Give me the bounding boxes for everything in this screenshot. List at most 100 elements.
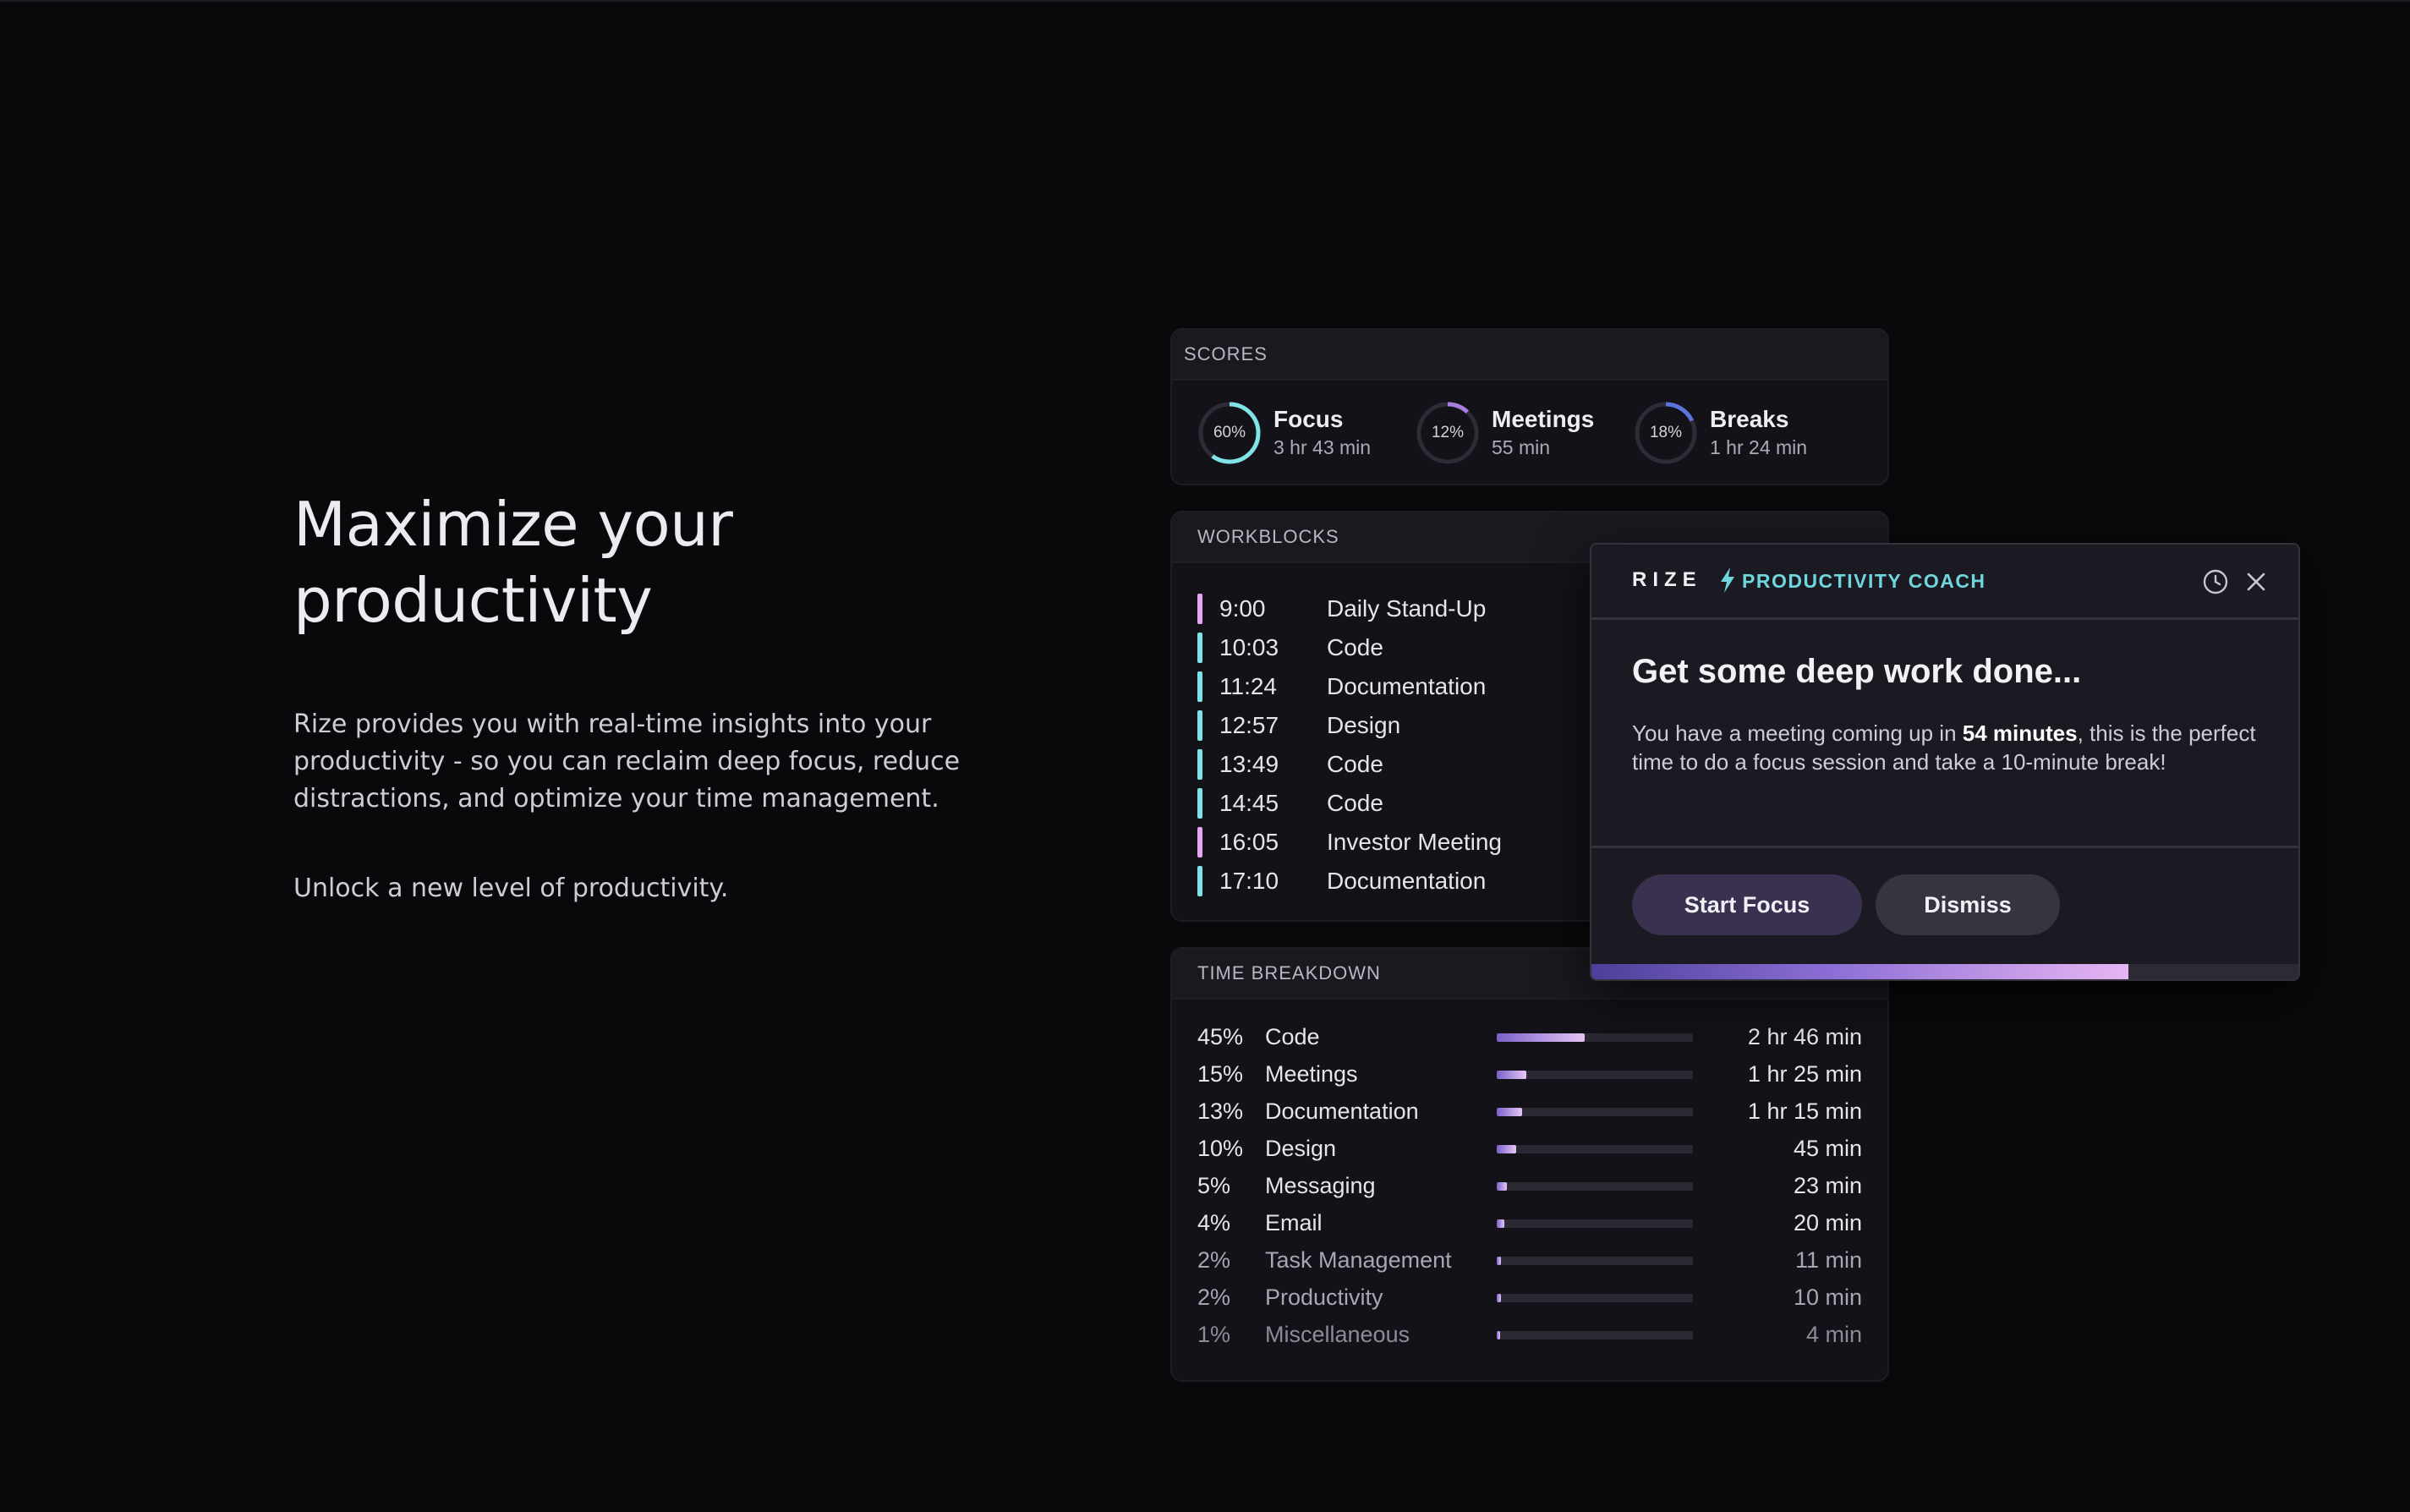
time-breakdown-card: TIME BREAKDOWN 45% Code 2 hr 46 min 15% Meet… [1170, 947, 1889, 1382]
score-percent: 12% [1431, 424, 1465, 441]
workblock-color-bar [1197, 827, 1202, 857]
workblock-color-bar [1197, 633, 1202, 663]
breakdown-category: Design [1265, 1136, 1337, 1161]
score-duration: 1 hr 24 min [1710, 436, 1808, 458]
workblock-color-bar [1197, 788, 1202, 819]
workblock-color-bar [1197, 671, 1202, 702]
workblock-title: Daily Stand-Up [1327, 595, 1487, 622]
breakdown-category: Meetings [1265, 1061, 1358, 1087]
breakdown-bar-track [1497, 1108, 1693, 1116]
workblock-title: Investor Meeting [1327, 829, 1502, 855]
score-label: Focus [1273, 406, 1344, 432]
workblock-color-bar [1197, 749, 1202, 780]
workblock-title: Design [1327, 712, 1401, 738]
workblock-color-bar [1197, 710, 1202, 741]
breakdown-category: Messaging [1265, 1173, 1376, 1198]
coach-title: Get some deep work done... [1632, 653, 2082, 690]
breakdown-duration: 20 min [1793, 1210, 1862, 1235]
score-label: Breaks [1710, 406, 1789, 432]
breakdown-duration: 11 min [1794, 1247, 1862, 1273]
breakdown-bar-track [1497, 1182, 1693, 1191]
workblock-time: 17:10 [1219, 868, 1279, 894]
coach-timer-progress [1591, 964, 2298, 979]
breakdown-bar-track [1497, 1331, 1693, 1339]
productivity-coach-popup: RIZE PRODUCTIVITY COACH Get some deep wo… [1590, 543, 2300, 981]
breakdown-category: Code [1265, 1024, 1320, 1049]
breakdown-bar-fill [1497, 1108, 1523, 1116]
scores-card: SCORES 60% Focus 3 hr 43 min 12% Meetings 55 … [1170, 328, 1889, 485]
coach-message: You have a meeting coming up in 54 minut… [1632, 719, 2258, 776]
breakdown-category: Productivity [1265, 1285, 1383, 1310]
breakdown-percent: 4% [1197, 1210, 1231, 1235]
time-breakdown-list: 45% Code 2 hr 46 min 15% Meetings 1 hr 25 min… [1172, 1000, 1887, 1353]
breakdown-row: 15% Meetings 1 hr 25 min [1172, 1055, 1887, 1093]
breakdown-percent: 2% [1197, 1285, 1231, 1310]
breakdown-percent: 1% [1197, 1322, 1231, 1347]
workblock-time: 11:24 [1219, 673, 1277, 699]
hero-description: Rize provides you with real-time insight… [293, 709, 961, 814]
breakdown-duration: 1 hr 15 min [1747, 1098, 1862, 1124]
workblock-time: 10:03 [1219, 634, 1279, 660]
hero-title: Maximize your productivity [293, 486, 1080, 638]
breakdown-bar-track [1497, 1257, 1693, 1265]
workblock-time: 12:57 [1219, 712, 1279, 738]
hero-section: Maximize your productivity Rize provides… [293, 486, 1080, 907]
breakdown-bar-fill [1497, 1294, 1501, 1302]
breakdown-row: 4% Email 20 min [1172, 1204, 1887, 1241]
breakdown-percent: 15% [1197, 1061, 1244, 1087]
breakdown-duration: 2 hr 46 min [1747, 1024, 1862, 1049]
workblock-time: 13:49 [1219, 751, 1279, 777]
dismiss-button[interactable]: Dismiss [1876, 874, 2060, 935]
close-icon[interactable] [2244, 570, 2268, 594]
breakdown-duration: 10 min [1793, 1285, 1862, 1310]
top-border [0, 0, 2410, 2]
breakdown-bar-fill [1497, 1033, 1586, 1042]
breakdown-duration: 1 hr 25 min [1747, 1061, 1862, 1087]
breakdown-duration: 45 min [1793, 1136, 1862, 1161]
breakdown-duration: 23 min [1793, 1173, 1862, 1198]
workblock-color-bar [1197, 594, 1202, 624]
breakdown-bar-track [1497, 1145, 1693, 1153]
score-label: Meetings [1492, 406, 1595, 432]
coach-header: RIZE PRODUCTIVITY COACH [1591, 545, 2298, 620]
breakdown-bar-track [1497, 1294, 1693, 1302]
breakdown-bar-track [1497, 1033, 1693, 1042]
breakdown-row: 10% Design 45 min [1172, 1130, 1887, 1167]
workblock-title: Code [1327, 790, 1383, 816]
breakdown-bar-fill [1497, 1182, 1507, 1191]
breakdown-bar-fill [1497, 1257, 1501, 1265]
breakdown-category: Documentation [1265, 1098, 1419, 1124]
breakdown-percent: 5% [1197, 1173, 1231, 1198]
score-percent: 60% [1213, 424, 1246, 441]
breakdown-percent: 13% [1197, 1098, 1244, 1124]
workblock-time: 9:00 [1219, 595, 1266, 622]
hero-title-line2: productivity [293, 565, 653, 636]
coach-message-time: 54 minutes [1962, 720, 2078, 746]
start-focus-button[interactable]: Start Focus [1632, 874, 1862, 935]
breakdown-row: 45% Code 2 hr 46 min [1172, 1018, 1887, 1055]
score-duration: 3 hr 43 min [1273, 436, 1372, 458]
breakdown-bar-fill [1497, 1331, 1500, 1339]
score-percent: 18% [1649, 424, 1683, 441]
productivity-coach-label: PRODUCTIVITY COACH [1742, 570, 1986, 592]
breakdown-percent: 2% [1197, 1247, 1231, 1273]
coach-message-start: You have a meeting coming up in [1632, 720, 1963, 746]
breakdown-category: Miscellaneous [1265, 1322, 1410, 1347]
breakdown-row: 2% Task Management 11 min [1172, 1241, 1887, 1279]
hero-cta-text: Unlock a new level of productivity. [293, 874, 729, 903]
score-duration: 55 min [1492, 436, 1551, 458]
workblock-time: 14:45 [1219, 790, 1279, 816]
breakdown-row: 5% Messaging 23 min [1172, 1167, 1887, 1204]
clock-icon[interactable] [2202, 568, 2229, 595]
breakdown-duration: 4 min [1805, 1322, 1862, 1347]
workblock-title: Code [1327, 751, 1383, 777]
hero-title-line1: Maximize your [293, 489, 733, 560]
breakdown-category: Email [1265, 1210, 1323, 1235]
breakdown-bar-fill [1497, 1219, 1505, 1228]
scores-header: SCORES [1172, 330, 1887, 381]
breakdown-percent: 45% [1197, 1024, 1244, 1049]
workblock-title: Code [1327, 634, 1383, 660]
breakdown-bar-fill [1497, 1145, 1517, 1153]
breakdown-bar-track [1497, 1219, 1693, 1228]
coach-divider [1591, 846, 2298, 848]
